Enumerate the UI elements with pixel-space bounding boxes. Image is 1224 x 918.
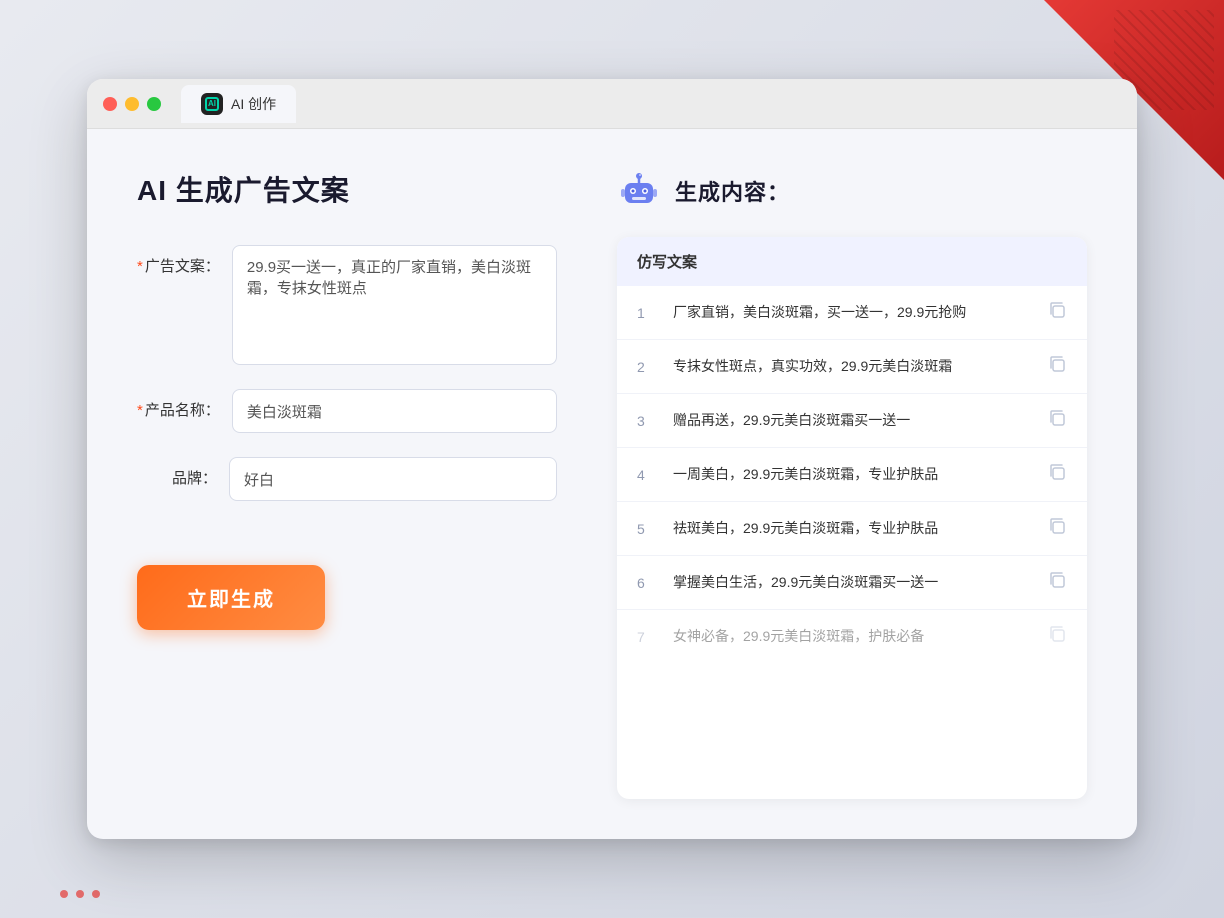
row-number: 2 <box>637 359 657 375</box>
bottom-decoration <box>60 890 100 898</box>
ad-copy-group: *广告文案： <box>137 245 557 365</box>
copy-icon[interactable] <box>1047 624 1067 649</box>
row-number: 5 <box>637 521 657 537</box>
row-number: 1 <box>637 305 657 321</box>
maximize-button[interactable] <box>147 97 161 111</box>
ad-copy-input[interactable] <box>232 245 557 365</box>
row-number: 7 <box>637 629 657 645</box>
ad-copy-label: *广告文案： <box>137 245 220 276</box>
copy-icon[interactable] <box>1047 516 1067 541</box>
ai-tab[interactable]: AI AI 创作 <box>181 85 296 123</box>
copy-icon[interactable] <box>1047 570 1067 595</box>
left-panel: AI 生成广告文案 *广告文案： *产品名称： 品牌： <box>137 169 557 799</box>
close-button[interactable] <box>103 97 117 111</box>
row-text: 专抹女性斑点，真实功效，29.9元美白淡斑霜 <box>673 356 1031 377</box>
row-number: 3 <box>637 413 657 429</box>
table-row: 4 一周美白，29.9元美白淡斑霜，专业护肤品 <box>617 448 1087 502</box>
table-row: 7 女神必备，29.9元美白淡斑霜，护肤必备 <box>617 610 1087 663</box>
product-name-group: *产品名称： <box>137 389 557 433</box>
product-name-required: * <box>137 402 143 419</box>
product-name-input[interactable] <box>232 389 557 433</box>
row-number: 4 <box>637 467 657 483</box>
copy-icon[interactable] <box>1047 462 1067 487</box>
copy-icon[interactable] <box>1047 408 1067 433</box>
brand-input[interactable] <box>229 457 557 501</box>
table-row: 3 赠品再送，29.9元美白淡斑霜买一送一 <box>617 394 1087 448</box>
window-controls <box>103 97 161 111</box>
row-text: 厂家直销，美白淡斑霜，买一送一，29.9元抢购 <box>673 302 1031 323</box>
tab-icon: AI <box>201 93 223 115</box>
tab-icon-inner: AI <box>205 97 219 111</box>
ad-copy-required: * <box>137 258 143 275</box>
browser-window: AI AI 创作 AI 生成广告文案 *广告文案： *产品名称： <box>87 79 1137 839</box>
copy-icon[interactable] <box>1047 300 1067 325</box>
row-number: 6 <box>637 575 657 591</box>
page-title: AI 生成广告文案 <box>137 169 557 209</box>
minimize-button[interactable] <box>125 97 139 111</box>
brand-group: 品牌： <box>137 457 557 501</box>
table-header: 仿写文案 <box>617 237 1087 286</box>
table-row: 2 专抹女性斑点，真实功效，29.9元美白淡斑霜 <box>617 340 1087 394</box>
row-text: 掌握美白生活，29.9元美白淡斑霜买一送一 <box>673 572 1031 593</box>
tab-label: AI 创作 <box>231 94 276 114</box>
main-content: AI 生成广告文案 *广告文案： *产品名称： 品牌： <box>87 129 1137 839</box>
result-title: 生成内容： <box>675 175 790 207</box>
right-panel: 生成内容： 仿写文案 1 厂家直销，美白淡斑霜，买一送一，29.9元抢购 2 专抹女… <box>617 169 1087 799</box>
results-list: 1 厂家直销，美白淡斑霜，买一送一，29.9元抢购 2 专抹女性斑点，真实功效，29… <box>617 286 1087 663</box>
row-text: 祛斑美白，29.9元美白淡斑霜，专业护肤品 <box>673 518 1031 539</box>
generate-button[interactable]: 立即生成 <box>137 565 325 630</box>
brand-label: 品牌： <box>137 457 217 488</box>
table-row: 5 祛斑美白，29.9元美白淡斑霜，专业护肤品 <box>617 502 1087 556</box>
copy-icon[interactable] <box>1047 354 1067 379</box>
table-row: 6 掌握美白生活，29.9元美白淡斑霜买一送一 <box>617 556 1087 610</box>
row-text: 一周美白，29.9元美白淡斑霜，专业护肤品 <box>673 464 1031 485</box>
row-text: 女神必备，29.9元美白淡斑霜，护肤必备 <box>673 626 1031 647</box>
robot-icon <box>617 169 661 213</box>
product-name-label: *产品名称： <box>137 389 220 420</box>
result-table: 仿写文案 1 厂家直销，美白淡斑霜，买一送一，29.9元抢购 2 专抹女性斑点，真实… <box>617 237 1087 799</box>
result-header: 生成内容： <box>617 169 1087 213</box>
title-bar: AI AI 创作 <box>87 79 1137 129</box>
row-text: 赠品再送，29.9元美白淡斑霜买一送一 <box>673 410 1031 431</box>
table-row: 1 厂家直销，美白淡斑霜，买一送一，29.9元抢购 <box>617 286 1087 340</box>
